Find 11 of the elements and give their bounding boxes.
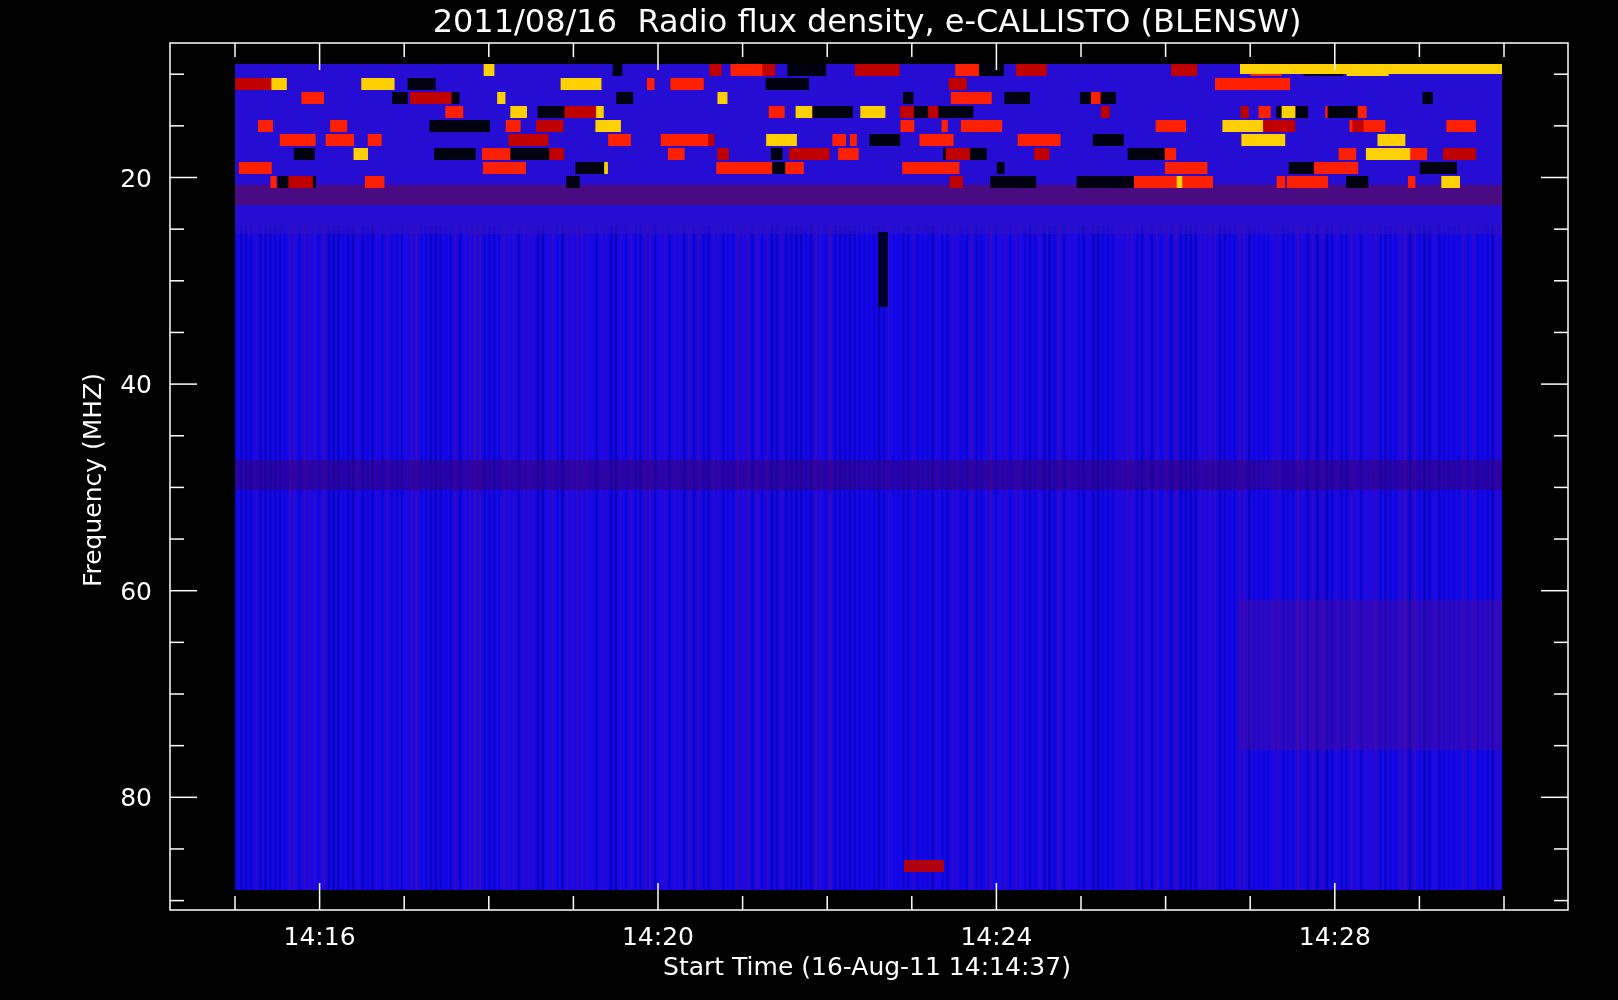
y-tick-label: 80 xyxy=(120,783,152,813)
x-tick-label: 14:20 xyxy=(622,922,694,951)
y-axis-label: Frequency (MHZ) xyxy=(78,372,107,588)
y-tick-label: 60 xyxy=(120,576,152,606)
y-tick-label: 20 xyxy=(120,163,152,193)
x-axis-label: Start Time (16-Aug-11 14:14:37) xyxy=(663,952,1071,981)
x-tick-label: 14:16 xyxy=(283,922,356,951)
y-tick-label: 40 xyxy=(120,370,152,400)
x-tick-label: 14:24 xyxy=(960,922,1033,951)
plot-title: 2011/08/16 Radio flux density, e-CALLISTO (BLENSW) xyxy=(432,2,1302,40)
x-tick-label: 14:28 xyxy=(1298,922,1371,951)
